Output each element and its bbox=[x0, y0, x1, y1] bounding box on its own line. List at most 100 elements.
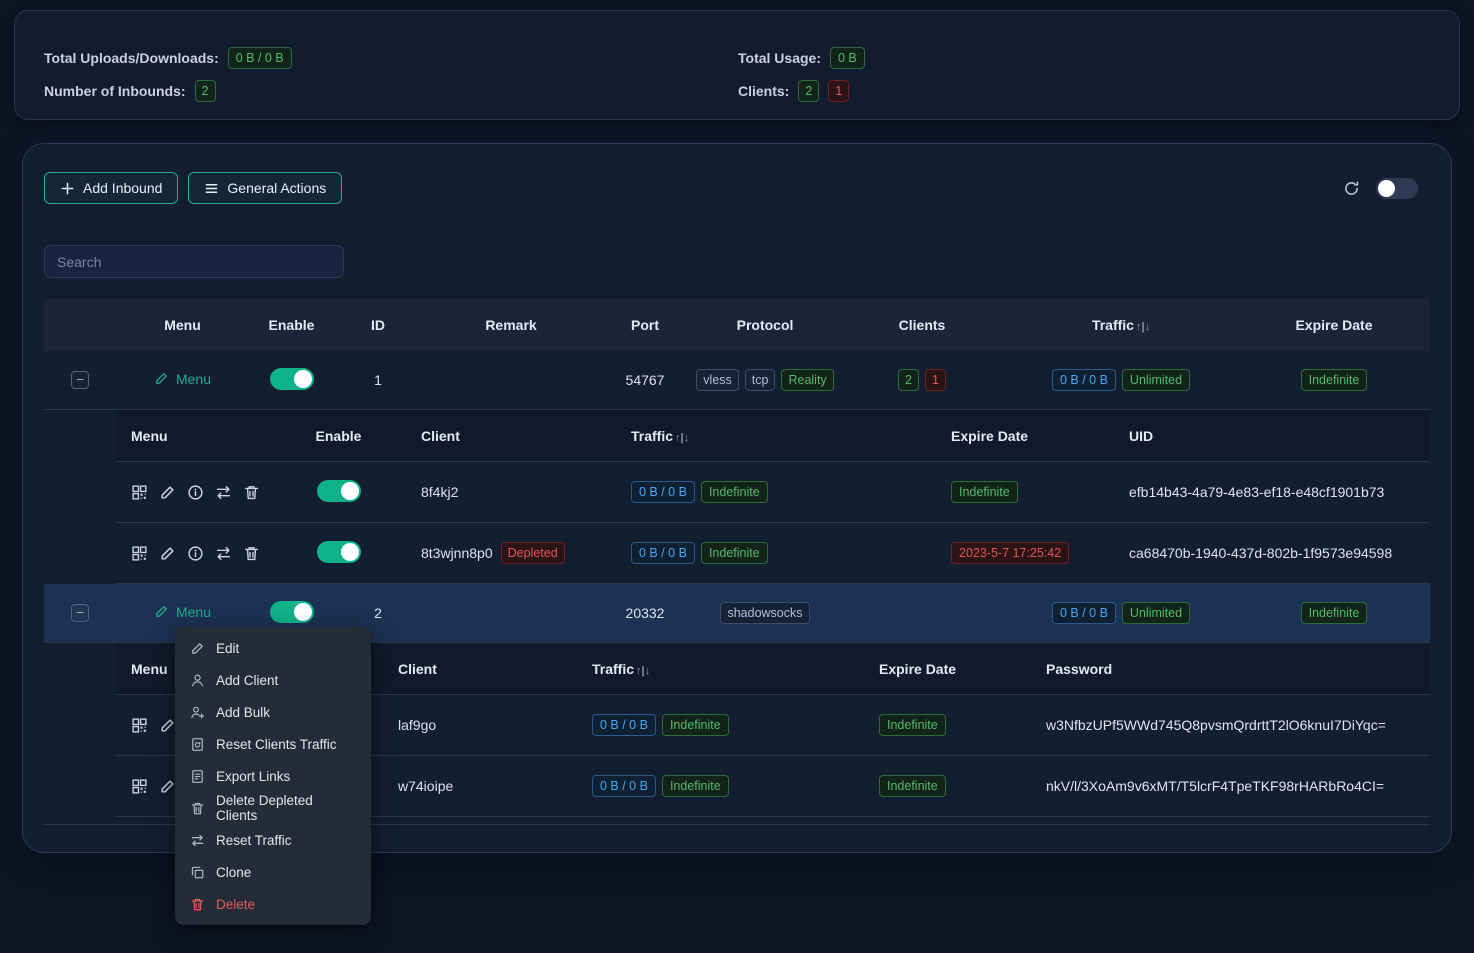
protocol-tag: shadowsocks bbox=[720, 602, 809, 624]
menu-item-label: Clone bbox=[216, 865, 251, 880]
qr-code-icon[interactable] bbox=[131, 545, 148, 562]
person-icon bbox=[190, 673, 205, 688]
client-name: 8t3wjnn8p0 bbox=[421, 545, 493, 561]
document-reset-icon bbox=[190, 737, 205, 752]
qr-code-icon[interactable] bbox=[131, 484, 148, 501]
add-inbound-button[interactable]: Add Inbound bbox=[44, 172, 178, 204]
view-toggle[interactable] bbox=[1376, 178, 1418, 199]
traffic-total-badge: Unlimited bbox=[1122, 369, 1190, 391]
inbound-port: 54767 bbox=[600, 372, 690, 388]
client-quota-badge: Indefinite bbox=[701, 481, 768, 503]
inbound-menu-button[interactable]: Menu bbox=[154, 371, 211, 387]
header-port: Port bbox=[600, 317, 690, 333]
client-enable-toggle[interactable] bbox=[317, 541, 361, 563]
inbound-menu-button[interactable]: Menu bbox=[154, 604, 211, 620]
menu-item-clone[interactable]: Clone bbox=[175, 856, 371, 888]
qr-code-icon[interactable] bbox=[131, 717, 148, 734]
header-menu: Menu bbox=[116, 428, 281, 444]
reset-traffic-icon[interactable] bbox=[215, 484, 232, 501]
uploads-value-badge: 0 B / 0 B bbox=[228, 47, 292, 69]
client-actions bbox=[116, 484, 281, 501]
header-expire-date: Expire Date bbox=[1238, 317, 1430, 333]
menu-item-export-links[interactable]: Export Links bbox=[175, 760, 371, 792]
menu-item-edit[interactable]: Edit bbox=[175, 632, 371, 664]
inbound-enable-toggle[interactable] bbox=[270, 601, 314, 623]
client-password: nkV/l/3XoAm9v6xMT/T5lcrF4TpeTKF98rHARbRo… bbox=[1046, 778, 1430, 794]
qr-code-icon[interactable] bbox=[131, 778, 148, 795]
reset-traffic-icon[interactable] bbox=[215, 545, 232, 562]
pencil-icon bbox=[190, 641, 205, 656]
edit-icon[interactable] bbox=[159, 778, 176, 795]
inbound-clients-tags: 2 1 bbox=[840, 369, 1004, 391]
depleted-badge: Depleted bbox=[501, 542, 565, 564]
client-quota-badge: Indefinite bbox=[701, 542, 768, 564]
info-icon[interactable] bbox=[187, 545, 204, 562]
plus-icon bbox=[60, 181, 75, 196]
header-traffic[interactable]: Traffic↑|↓ bbox=[596, 428, 906, 444]
search-input[interactable] bbox=[44, 245, 344, 278]
menu-item-label: Add Client bbox=[216, 673, 278, 688]
menu-item-reset-clients-traffic[interactable]: Reset Clients Traffic bbox=[175, 728, 371, 760]
header-traffic[interactable]: Traffic↑|↓ bbox=[592, 661, 879, 677]
header-clients: Clients bbox=[840, 317, 1004, 333]
edit-icon[interactable] bbox=[159, 484, 176, 501]
uploads-label: Total Uploads/Downloads: bbox=[44, 48, 219, 69]
inbound-traffic-cell: 0 B / 0 B Unlimited bbox=[1004, 602, 1238, 624]
stat-inbounds-count: Number of Inbounds: 2 bbox=[44, 80, 738, 102]
protocol-tag: Reality bbox=[781, 369, 833, 391]
header-uid: UID bbox=[1116, 428, 1430, 444]
inbounds-count-label: Number of Inbounds: bbox=[44, 81, 186, 102]
client-traffic-badge: 0 B / 0 B bbox=[592, 714, 656, 736]
client-row: 8t3wjnn8p0 Depleted 0 B / 0 B Indefinite… bbox=[116, 523, 1430, 584]
header-remark: Remark bbox=[422, 317, 600, 333]
client-expire-badge: Indefinite bbox=[879, 714, 946, 736]
inbound-row-1[interactable]: − Menu 1 54767 vless tcp Reality 2 1 0 B… bbox=[44, 351, 1430, 410]
header-enable: Enable bbox=[249, 317, 334, 333]
menu-item-delete[interactable]: Delete bbox=[175, 888, 371, 920]
inbound-protocol-tags: shadowsocks bbox=[690, 602, 840, 624]
inbound-protocol-tags: vless tcp Reality bbox=[690, 369, 840, 391]
menu-item-label: Reset Clients Traffic bbox=[216, 737, 337, 752]
menu-item-label: Add Bulk bbox=[216, 705, 270, 720]
collapse-row-button[interactable]: − bbox=[71, 604, 89, 622]
menu-item-label: Delete bbox=[216, 897, 255, 912]
clients-depleted-badge: 1 bbox=[828, 80, 849, 102]
usage-label: Total Usage: bbox=[738, 48, 821, 69]
menu-item-delete-depleted-clients[interactable]: Delete Depleted Clients bbox=[175, 792, 371, 824]
refresh-icon[interactable] bbox=[1343, 180, 1360, 197]
trash-icon[interactable] bbox=[243, 484, 260, 501]
trash-icon[interactable] bbox=[243, 545, 260, 562]
header-enable: Enable bbox=[281, 428, 396, 444]
collapse-row-button[interactable]: − bbox=[71, 371, 89, 389]
edit-icon[interactable] bbox=[159, 717, 176, 734]
stat-total-usage: Total Usage: 0 B bbox=[738, 47, 1431, 69]
general-actions-button[interactable]: General Actions bbox=[188, 172, 342, 204]
inbounds-table-header: Menu Enable ID Remark Port Protocol Clie… bbox=[44, 299, 1430, 351]
inbound-traffic-cell: 0 B / 0 B Unlimited bbox=[1004, 369, 1238, 391]
client-name: w74ioipe bbox=[398, 778, 453, 794]
edit-icon[interactable] bbox=[159, 545, 176, 562]
expire-badge: Indefinite bbox=[1301, 602, 1368, 624]
header-traffic[interactable]: Traffic↑|↓ bbox=[1004, 317, 1238, 333]
sort-arrows-icon: ↑|↓ bbox=[675, 432, 689, 444]
menu-item-label: Edit bbox=[216, 641, 239, 656]
client-actions bbox=[116, 545, 281, 562]
usage-value-badge: 0 B bbox=[830, 47, 865, 69]
menu-item-add-bulk[interactable]: Add Bulk bbox=[175, 696, 371, 728]
protocol-tag: tcp bbox=[745, 369, 776, 391]
client-expire-badge: 2023-5-7 17:25:42 bbox=[951, 542, 1069, 564]
client-traffic-badge: 0 B / 0 B bbox=[631, 481, 695, 503]
inbound-enable-toggle[interactable] bbox=[270, 368, 314, 390]
add-inbound-label: Add Inbound bbox=[83, 180, 162, 196]
header-expire-date: Expire Date bbox=[906, 428, 1116, 444]
client-enable-toggle[interactable] bbox=[317, 480, 361, 502]
client-uid: efb14b43-4a79-4e83-ef18-e48cf1901b73 bbox=[1116, 484, 1430, 500]
menu-item-add-client[interactable]: Add Client bbox=[175, 664, 371, 696]
general-actions-label: General Actions bbox=[227, 180, 326, 196]
trash-icon bbox=[190, 897, 205, 912]
menu-item-reset-traffic[interactable]: Reset Traffic bbox=[175, 824, 371, 856]
client-uid: ca68470b-1940-437d-802b-1f9573e94598 bbox=[1116, 545, 1430, 561]
person-plus-icon bbox=[190, 705, 205, 720]
info-icon[interactable] bbox=[187, 484, 204, 501]
stat-clients: Clients: 2 1 bbox=[738, 80, 1431, 102]
